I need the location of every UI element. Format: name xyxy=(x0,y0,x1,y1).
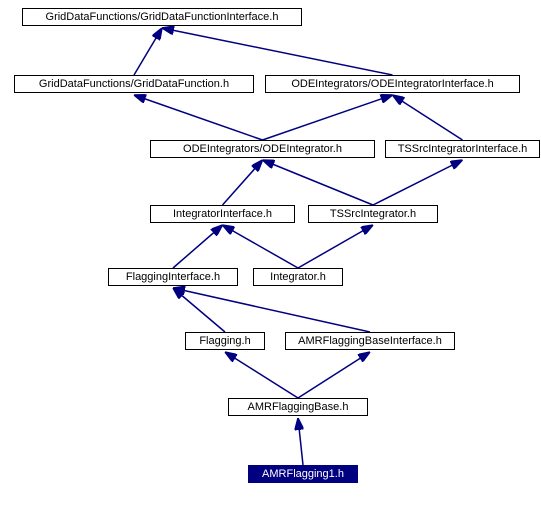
node-n9[interactable]: Integrator.h xyxy=(253,268,343,286)
node-n13[interactable]: AMRFlagging1.h xyxy=(248,465,358,483)
node-n4[interactable]: ODEIntegrators/ODEIntegrator.h xyxy=(150,140,375,158)
node-n6[interactable]: IntegratorInterface.h xyxy=(150,205,295,223)
node-n12[interactable]: AMRFlaggingBase.h xyxy=(228,398,368,416)
diagram-container: GridDataFunctions/GridDataFunctionInterf… xyxy=(0,0,541,509)
node-n5[interactable]: TSSrcIntegratorInterface.h xyxy=(385,140,540,158)
node-n10[interactable]: Flagging.h xyxy=(185,332,265,350)
node-n2[interactable]: GridDataFunctions/GridDataFunction.h xyxy=(14,75,254,93)
node-n11[interactable]: AMRFlaggingBaseInterface.h xyxy=(285,332,455,350)
node-n7[interactable]: TSSrcIntegrator.h xyxy=(308,205,438,223)
node-n8[interactable]: FlaggingInterface.h xyxy=(108,268,238,286)
node-n1[interactable]: GridDataFunctions/GridDataFunctionInterf… xyxy=(22,8,302,26)
node-n3[interactable]: ODEIntegrators/ODEIntegratorInterface.h xyxy=(265,75,520,93)
